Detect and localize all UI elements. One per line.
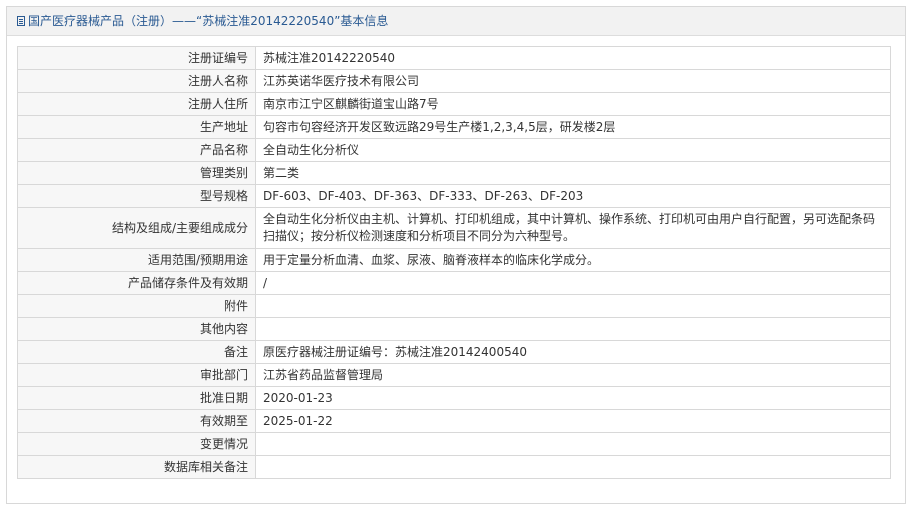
field-label: 注册人住所 [17,92,256,116]
field-label: 注册证编号 [17,46,256,70]
table-row: 变更情况 [17,432,891,456]
field-value: 江苏省药品监督管理局 [255,363,891,387]
field-label: 管理类别 [17,161,256,185]
table-row: 审批部门 江苏省药品监督管理局 [17,363,891,387]
field-value: 南京市江宁区麒麟街道宝山路7号 [255,92,891,116]
field-value: 苏械注准20142220540 [255,46,891,70]
table-row: 适用范围/预期用途 用于定量分析血清、血浆、尿液、脑脊液样本的临床化学成分。 [17,248,891,272]
field-label: 注册人名称 [17,69,256,93]
table-row: 其他内容 [17,317,891,341]
field-label: 有效期至 [17,409,256,433]
table-row: 注册证编号 苏械注准20142220540 [17,46,891,70]
field-label: 产品名称 [17,138,256,162]
field-value: DF-603、DF-403、DF-363、DF-333、DF-263、DF-20… [255,184,891,208]
table-row: 生产地址 句容市句容经济开发区致远路29号生产楼1,2,3,4,5层，研发楼2层 [17,115,891,139]
table-row: 结构及组成/主要组成成分 全自动生化分析仪由主机、计算机、打印机组成，其中计算机… [17,207,891,249]
table-row: 注册人住所 南京市江宁区麒麟街道宝山路7号 [17,92,891,116]
table-row: 注册人名称 江苏英诺华医疗技术有限公司 [17,69,891,93]
page-title: 国产医疗器械产品（注册）——“苏械注准20142220540”基本信息 [28,14,389,28]
field-label: 其他内容 [17,317,256,341]
table-row: 备注 原医疗器械注册证编号：苏械注准20142400540 [17,340,891,364]
table-row: 批准日期 2020-01-23 [17,386,891,410]
field-label: 审批部门 [17,363,256,387]
field-value: 句容市句容经济开发区致远路29号生产楼1,2,3,4,5层，研发楼2层 [255,115,891,139]
field-value: 全自动生化分析仪由主机、计算机、打印机组成，其中计算机、操作系统、打印机可由用户… [255,207,891,249]
field-label: 数据库相关备注 [17,455,256,479]
table-row: 数据库相关备注 [17,455,891,479]
table-row: 有效期至 2025-01-22 [17,409,891,433]
field-value [255,432,891,456]
field-value [255,294,891,318]
info-panel: 国产医疗器械产品（注册）——“苏械注准20142220540”基本信息 注册证编… [6,6,906,504]
field-value: 江苏英诺华医疗技术有限公司 [255,69,891,93]
table-row: 管理类别 第二类 [17,161,891,185]
field-label: 备注 [17,340,256,364]
field-label: 附件 [17,294,256,318]
field-value: 2020-01-23 [255,386,891,410]
field-value: 2025-01-22 [255,409,891,433]
table-row: 附件 [17,294,891,318]
field-label: 生产地址 [17,115,256,139]
field-label: 批准日期 [17,386,256,410]
field-label: 结构及组成/主要组成成分 [17,207,256,249]
field-value: / [255,271,891,295]
info-table: 注册证编号 苏械注准20142220540 注册人名称 江苏英诺华医疗技术有限公… [17,46,891,479]
panel-body: 注册证编号 苏械注准20142220540 注册人名称 江苏英诺华医疗技术有限公… [7,36,905,479]
document-icon [17,16,25,26]
field-label: 适用范围/预期用途 [17,248,256,272]
panel-header: 国产医疗器械产品（注册）——“苏械注准20142220540”基本信息 [7,7,905,36]
field-value [255,317,891,341]
field-label: 型号规格 [17,184,256,208]
field-value: 用于定量分析血清、血浆、尿液、脑脊液样本的临床化学成分。 [255,248,891,272]
field-label: 变更情况 [17,432,256,456]
table-row: 产品名称 全自动生化分析仪 [17,138,891,162]
field-value: 全自动生化分析仪 [255,138,891,162]
table-row: 产品储存条件及有效期 / [17,271,891,295]
field-label: 产品储存条件及有效期 [17,271,256,295]
field-value [255,455,891,479]
field-value: 第二类 [255,161,891,185]
table-row: 型号规格 DF-603、DF-403、DF-363、DF-333、DF-263、… [17,184,891,208]
field-value: 原医疗器械注册证编号：苏械注准20142400540 [255,340,891,364]
